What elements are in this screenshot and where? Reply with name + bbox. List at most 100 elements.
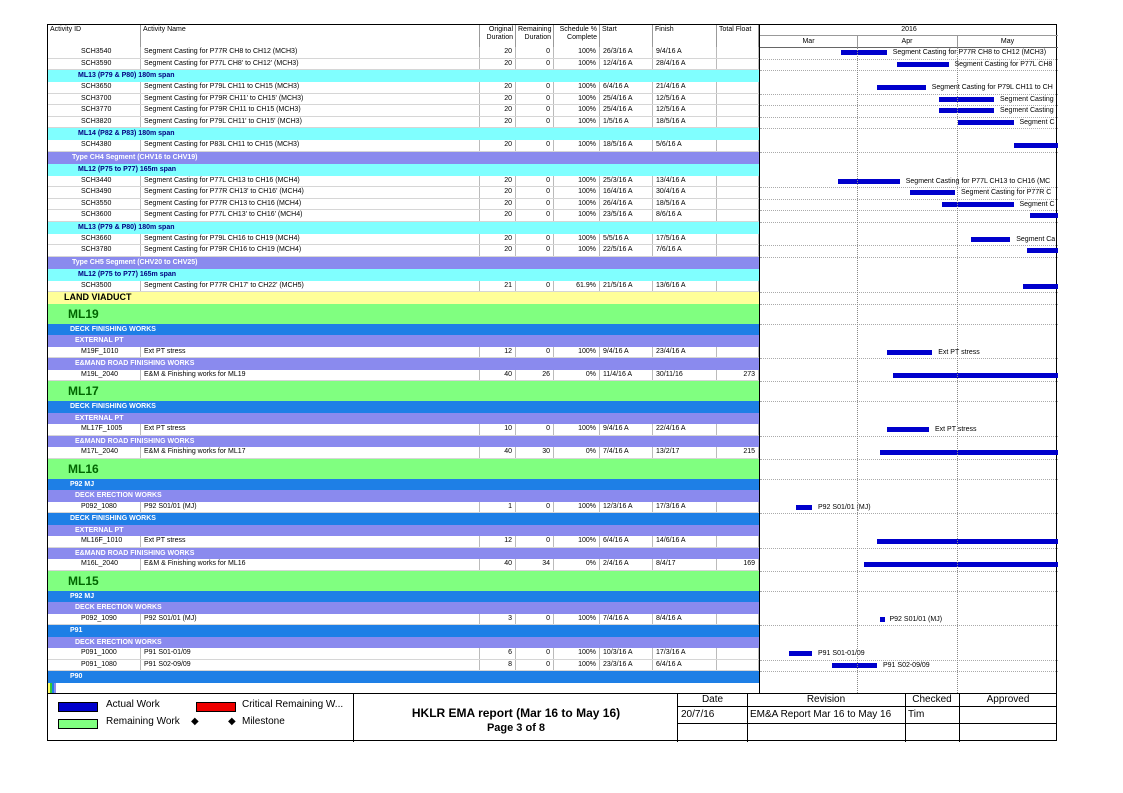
wbs-heading[interactable]: P92 MJ <box>48 478 759 490</box>
table-row[interactable]: SCH3780 Segment Casting for P79R CH16 to … <box>48 245 759 257</box>
wbs-heading[interactable]: DECK ERECTION WORKS <box>48 490 759 502</box>
actual-work-bar[interactable] <box>838 178 900 184</box>
wbs-heading[interactable]: E&MAND ROAD FINISHING WORKS <box>48 358 759 370</box>
table-row[interactable]: SCH3490 Segment Casting for P77R CH13' to… <box>48 187 759 199</box>
actual-work-bar[interactable] <box>886 349 933 355</box>
gantt-gridline <box>760 590 1058 592</box>
wbs-heading-major[interactable]: ML19 <box>48 303 759 324</box>
table-row[interactable]: SCH3500 Segment Casting for P77R CH17' to… <box>48 280 759 292</box>
table-row[interactable]: ML17F_1005 Ext PT stress 10 0 100% 9/4/16 A 22… <box>48 424 759 436</box>
table-row[interactable]: SCH3550 Segment Casting for P77R CH13 to … <box>48 198 759 210</box>
col-schedule-pct[interactable]: Schedule % Complete <box>554 25 600 47</box>
actual-work-bar[interactable] <box>971 236 1011 242</box>
actual-work-bar[interactable] <box>886 427 929 432</box>
wbs-heading[interactable]: ML14 (P82 & P83) 180m span <box>48 128 759 140</box>
table-row[interactable]: M16L_2040 E&M & Finishing works for ML16 4… <box>48 559 759 571</box>
actual-work-bar[interactable] <box>1026 248 1058 253</box>
actual-work-bar[interactable] <box>938 108 994 113</box>
wbs-heading[interactable]: DECK FINISHING WORKS <box>48 513 759 525</box>
table-row[interactable]: M19L_2040 E&M & Finishing works for ML19 4… <box>48 369 759 381</box>
wbs-heading[interactable]: EXTERNAL PT <box>48 335 759 347</box>
actual-work-bar[interactable] <box>877 85 926 90</box>
actual-work-bar[interactable] <box>938 96 994 102</box>
wbs-heading[interactable]: Type CH5 Segment (CHV20 to CHV25) <box>48 256 759 269</box>
wbs-heading[interactable]: ML13 (P79 & P80) 180m span <box>48 221 759 234</box>
table-row[interactable]: SCH4380 Segment Casting for P83L CH11 to … <box>48 140 759 152</box>
table-row[interactable]: SCH3660 Segment Casting for P79L CH16 to … <box>48 233 759 245</box>
wbs-heading[interactable]: P92 MJ <box>48 590 759 602</box>
actual-work-bar[interactable] <box>795 504 812 510</box>
actual-work-bar[interactable] <box>864 562 1058 567</box>
cell-activity-name: Segment Casting for P77L CH13' to CH16' … <box>141 210 480 221</box>
table-row[interactable]: SCH3650 Segment Casting for P79L CH11 to … <box>48 82 759 94</box>
col-remaining-duration[interactable]: Remaining Duration <box>516 25 554 47</box>
cell-activity-id: ML16F_1010 <box>48 536 141 547</box>
actual-work-bar[interactable] <box>789 651 812 656</box>
table-row[interactable]: SCH3540 Segment Casting for P77R CH8 to C… <box>48 47 759 59</box>
project-heading[interactable]: LAND VIADUCT <box>48 292 759 304</box>
wbs-heading-major[interactable]: ML16 <box>48 458 759 479</box>
actual-work-bar[interactable] <box>1013 143 1058 148</box>
wbs-heading[interactable]: DECK FINISHING WORKS <box>48 401 759 413</box>
cell-activity-id: M19F_1010 <box>48 346 141 357</box>
wbs-heading[interactable]: E&MAND ROAD FINISHING WORKS <box>48 435 759 447</box>
wbs-heading[interactable]: DECK FINISHING WORKS <box>48 323 759 335</box>
gantt-gridline <box>760 570 1058 572</box>
actual-work-bar[interactable] <box>1023 283 1058 289</box>
actual-work-bar[interactable] <box>880 450 1058 455</box>
col-original-duration[interactable]: Original Duration <box>480 25 516 47</box>
actual-work-bar[interactable] <box>880 616 886 622</box>
actual-work-bar[interactable] <box>893 372 1058 378</box>
actual-work-bar[interactable] <box>877 539 1058 544</box>
wbs-heading[interactable]: EXTERNAL PT <box>48 412 759 424</box>
wbs-heading[interactable]: P91 <box>48 625 759 637</box>
table-row[interactable]: ML16F_1010 Ext PT stress 12 0 100% 6/4/16 A 14… <box>48 536 759 548</box>
cell-total-float <box>717 175 759 186</box>
actual-work-bar[interactable] <box>896 61 949 67</box>
actual-work-bar[interactable] <box>942 201 1014 207</box>
table-row[interactable]: M17L_2040 E&M & Finishing works for ML17 4… <box>48 447 759 459</box>
wbs-heading[interactable]: Type CH4 Segment (CHV16 to CHV19) <box>48 151 759 164</box>
wbs-heading[interactable]: ML12 (P75 to P77) 165m span <box>48 163 759 176</box>
wbs-heading[interactable]: DECK ERECTION WORKS <box>48 636 759 648</box>
wbs-heading-title: ML19 <box>68 306 99 321</box>
table-row[interactable]: SCH3600 Segment Casting for P77L CH13' to… <box>48 210 759 222</box>
wbs-heading[interactable]: EXTERNAL PT <box>48 524 759 536</box>
cell-activity-id: P092_1080 <box>48 501 141 512</box>
revision-date-header: Date <box>701 694 724 705</box>
table-row[interactable]: SCH3590 Segment Casting for P77L CH8' to … <box>48 58 759 70</box>
table-row[interactable]: P092_1080 P92 S01/01 (MJ) 1 0 100% 12/3/16 A1… <box>48 501 759 513</box>
actual-work-bar[interactable] <box>831 662 877 668</box>
wbs-heading[interactable]: ML13 (P79 & P80) 180m span <box>48 70 759 82</box>
legend: Actual Work Critical Remaining W... Rema… <box>48 694 354 742</box>
wbs-heading[interactable]: E&MAND ROAD FINISHING WORKS <box>48 547 759 559</box>
cell-finish: 9/4/16 A <box>653 47 717 58</box>
table-row[interactable]: M19F_1010 Ext PT stress 12 0 100% 9/4/16 A 23/… <box>48 346 759 358</box>
col-start[interactable]: Start <box>600 25 653 47</box>
cell-original-duration: 20 <box>480 82 516 93</box>
col-activity-name[interactable]: Activity Name <box>141 25 480 47</box>
col-total-float[interactable]: Total Float <box>717 25 759 47</box>
wbs-heading[interactable]: P90 <box>48 671 759 683</box>
gantt-gridline <box>760 245 1058 246</box>
gantt-gridline <box>760 116 1058 118</box>
table-row[interactable]: SCH3440 Segment Casting for P77L CH13 to … <box>48 175 759 187</box>
actual-work-bar[interactable] <box>1029 213 1058 218</box>
actual-work-bar[interactable] <box>958 119 1014 125</box>
legend-milestone-label: Milestone <box>242 716 285 727</box>
actual-work-bar[interactable] <box>909 190 955 195</box>
col-finish[interactable]: Finish <box>653 25 717 47</box>
table-row[interactable]: SCH3820 Segment Casting for P79L CH11' to… <box>48 116 759 128</box>
col-activity-id[interactable]: Activity ID <box>48 25 141 47</box>
table-row[interactable]: SCH3770 Segment Casting for P79R CH11 to … <box>48 105 759 117</box>
table-row[interactable]: P092_1090 P92 S01/01 (MJ) 3 0 100% 7/4/16 A 8/… <box>48 613 759 625</box>
wbs-heading-major[interactable]: ML15 <box>48 570 759 591</box>
table-row[interactable]: P091_1000 P91 S01-01/09 6 0 100% 10/3/16 A 17/… <box>48 648 759 660</box>
wbs-heading-major[interactable]: ML17 <box>48 381 759 401</box>
wbs-heading[interactable]: DECK ERECTION WORKS <box>48 602 759 614</box>
table-row[interactable]: P091_1080 P91 S02-09/09 8 0 100% 23/3/16 A 6/4… <box>48 659 759 671</box>
table-row[interactable]: SCH3700 Segment Casting for P79R CH11' to… <box>48 93 759 105</box>
gantt-gridline <box>760 323 1058 325</box>
wbs-heading[interactable]: ML12 (P75 to P77) 165m span <box>48 268 759 281</box>
actual-work-bar[interactable] <box>841 50 887 55</box>
